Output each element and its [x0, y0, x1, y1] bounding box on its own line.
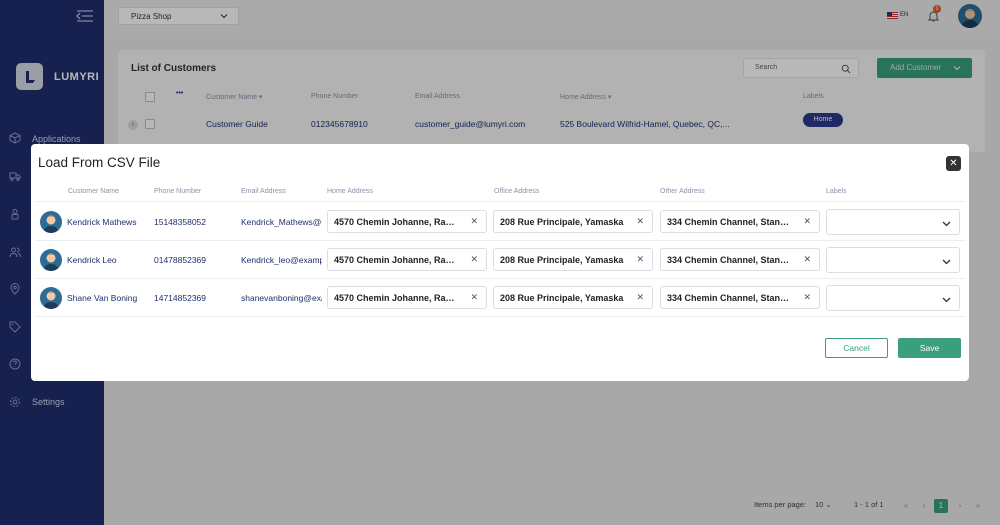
avatar — [40, 249, 62, 271]
close-button[interactable]: ✕ — [946, 156, 961, 171]
save-button[interactable]: Save — [898, 338, 961, 358]
import-customer-phone: 15148358052 — [154, 217, 207, 227]
other-address-field[interactable]: 334 Chemin Channel, Stanstead ✕ — [660, 248, 820, 271]
office-address-field[interactable]: 208 Rue Principale, Yamaska ✕ — [493, 210, 653, 233]
labels-select[interactable] — [826, 285, 960, 311]
import-customer-name: Kendrick Mathews — [67, 217, 137, 227]
office-address-field[interactable]: 208 Rue Principale, Yamaska ✕ — [493, 286, 653, 309]
csv-import-modal: Load From CSV File ✕ Customer Name Phone… — [31, 144, 969, 381]
column-header-office-address: Office Address — [494, 188, 540, 195]
divider — [36, 278, 966, 279]
clear-icon[interactable]: ✕ — [636, 292, 644, 303]
labels-select[interactable] — [826, 247, 960, 273]
divider — [36, 316, 966, 317]
chevron-down-icon — [942, 259, 951, 265]
column-header-home-address: Home Address — [327, 188, 373, 195]
other-address-field[interactable]: 334 Chemin Channel, Stanstead ✕ — [660, 210, 820, 233]
home-address-field[interactable]: 4570 Chemin Johanne, Rawdon ✕ — [327, 210, 487, 233]
home-address-field[interactable]: 4570 Chemin Johanne, Rawdon ✕ — [327, 286, 487, 309]
column-header-phone: Phone Number — [154, 188, 202, 195]
column-header-other-address: Other Address — [660, 188, 705, 195]
other-address-field[interactable]: 334 Chemin Channel, Stanstead ✕ — [660, 286, 820, 309]
clear-icon[interactable]: ✕ — [803, 292, 811, 303]
import-customer-name: Kendrick Leo — [67, 255, 117, 265]
close-icon: ✕ — [949, 158, 958, 169]
clear-icon[interactable]: ✕ — [803, 216, 811, 227]
clear-icon[interactable]: ✕ — [470, 254, 478, 265]
column-header-customer-name: Customer Name — [68, 188, 119, 195]
avatar — [40, 211, 62, 233]
chevron-down-icon — [942, 297, 951, 303]
clear-icon[interactable]: ✕ — [803, 254, 811, 265]
cancel-button[interactable]: Cancel — [825, 338, 888, 358]
clear-icon[interactable]: ✕ — [470, 216, 478, 227]
import-customer-email: Kendrick_leo@example.com — [241, 255, 322, 265]
import-customer-email: shanevanboning@example.com — [241, 293, 322, 303]
clear-icon[interactable]: ✕ — [636, 216, 644, 227]
column-header-labels: Labels — [826, 188, 847, 195]
chevron-down-icon — [942, 221, 951, 227]
home-address-field[interactable]: 4570 Chemin Johanne, Rawdon ✕ — [327, 248, 487, 271]
import-customer-phone: 01478852369 — [154, 255, 207, 265]
clear-icon[interactable]: ✕ — [636, 254, 644, 265]
import-customer-name: Shane Van Boning — [67, 293, 138, 303]
column-header-email: Email Address — [241, 188, 286, 195]
avatar — [40, 287, 62, 309]
labels-select[interactable] — [826, 209, 960, 235]
import-customer-phone: 14714852369 — [154, 293, 207, 303]
import-customer-email: Kendrick_Mathews@example.com — [241, 217, 322, 227]
divider — [36, 240, 966, 241]
modal-title: Load From CSV File — [38, 155, 161, 170]
clear-icon[interactable]: ✕ — [470, 292, 478, 303]
office-address-field[interactable]: 208 Rue Principale, Yamaska ✕ — [493, 248, 653, 271]
divider — [36, 201, 966, 202]
